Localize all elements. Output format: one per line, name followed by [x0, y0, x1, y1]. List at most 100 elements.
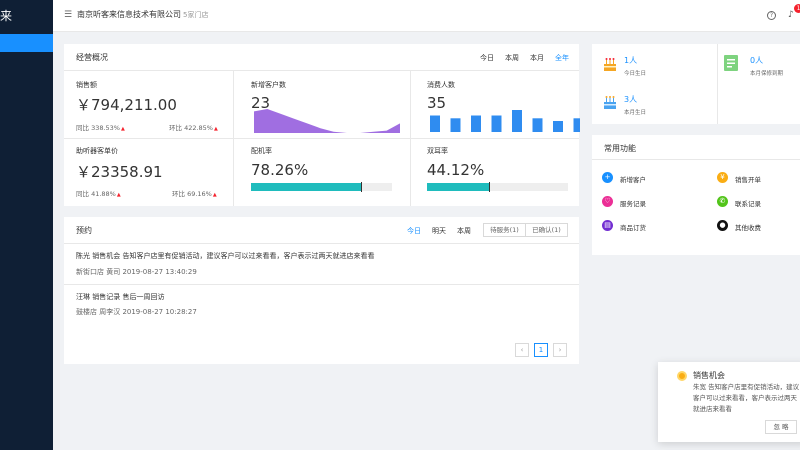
reminders-card: 1人 今日生日 0人 本月保修到期 3人 本月生日: [592, 44, 800, 124]
overview-tab-year[interactable]: 全年: [555, 53, 569, 63]
quick-function-label: 销售开单: [735, 176, 761, 184]
order-icon: ▤: [602, 220, 613, 231]
bar: [553, 121, 563, 132]
appointment-item[interactable]: 陈光 销售机会 告知客户店里有促销活动，建议客户可以过来看看，客户表示过两天就进…: [64, 244, 579, 284]
fee-icon: ●: [717, 220, 728, 231]
sales-label: 销售额: [76, 81, 97, 89]
warranty-doc-icon: [724, 55, 738, 71]
appointments-title: 预约: [76, 226, 92, 235]
divider: [233, 71, 234, 206]
up-arrow-icon: ▲: [121, 126, 125, 132]
sales-yoy: 同比 338.53%▲: [76, 124, 125, 132]
phone-icon: ✆: [717, 196, 728, 207]
quick-function-service[interactable]: ♡ 服务记录: [602, 196, 682, 210]
sales-opportunity-toast: 销售机会 朱宽 告知客户店里有促销活动，建议客户可以过来看看，客户表示过两天就进…: [658, 362, 800, 442]
appointments-tab-week[interactable]: 本周: [457, 226, 471, 236]
binaural-rate-progress: [427, 182, 568, 192]
up-arrow-icon: ▲: [212, 192, 217, 198]
reminder-month-birthday[interactable]: 3人 本月生日: [592, 84, 717, 124]
appointment-summary: 汪琳 销售记录 售后一周回访: [76, 293, 165, 301]
binaural-rate-fill: [427, 183, 490, 191]
binaural-rate-value: 44.12%: [427, 161, 485, 179]
sales-value: ￥794,211.00: [76, 96, 177, 114]
divider: [64, 70, 579, 71]
menu-toggle-icon[interactable]: ☰: [64, 11, 72, 20]
appointment-item[interactable]: 汪琳 销售记录 售后一周回访 鼓楼店 周李汉 2019-08-27 10:28:…: [64, 285, 579, 325]
dismiss-button[interactable]: 忽 略: [765, 420, 797, 434]
shop-count: 5家门店: [183, 11, 209, 19]
pagination-next-button[interactable]: ›: [553, 343, 567, 357]
fitting-rate-value: 78.26%: [251, 161, 309, 179]
appointments-tab-tomorrow[interactable]: 明天: [432, 226, 446, 236]
quick-function-label: 其他收费: [735, 224, 761, 232]
reminder-today-birthday[interactable]: 1人 今日生日: [592, 44, 717, 84]
pagination-page-1[interactable]: 1: [534, 343, 548, 357]
binaural-rate-marker: [489, 182, 491, 192]
quick-function-label: 联系记录: [735, 200, 761, 208]
overview-title: 经营概况: [76, 53, 108, 62]
overview-card: 经营概况 今日 本周 本月 全年 销售额 ￥794,211.00 同比 338.…: [64, 44, 580, 206]
overview-tab-today[interactable]: 今日: [480, 53, 494, 63]
sales-mom: 环比 422.85%▲: [169, 124, 218, 132]
service-icon: ♡: [602, 196, 613, 207]
reminder-count: 3人: [624, 95, 638, 104]
unit-price-yoy: 同比 41.88%▲: [76, 190, 121, 198]
quick-function-phone[interactable]: ✆ 联系记录: [717, 196, 797, 210]
reminder-label: 本月生日: [624, 110, 647, 116]
consumers-bar-chart: [430, 110, 580, 132]
fitting-rate-progress: [251, 182, 392, 192]
appointment-meta: 鼓楼店 周李汉 2019-08-27 10:28:27: [76, 308, 197, 316]
bar: [450, 118, 461, 132]
area-series: [254, 109, 400, 133]
up-arrow-icon: ▲: [116, 192, 121, 198]
cake-icon: [604, 58, 616, 71]
opportunity-icon: [677, 371, 687, 381]
quick-function-order[interactable]: ▤ 商品订货: [602, 220, 682, 234]
quick-function-fee[interactable]: ● 其他收费: [717, 220, 797, 234]
pagination-prev-button[interactable]: ‹: [515, 343, 529, 357]
appointments-tab-today[interactable]: 今日: [407, 226, 421, 236]
sidebar-active-item[interactable]: [0, 34, 53, 52]
quick-function-label: 新增客户: [620, 176, 646, 184]
plus-icon: +: [602, 172, 613, 183]
toast-body: 朱宽 告知客户店里有促销活动，建议客户可以过来看看，客户表示过两天就进店来看看: [693, 383, 800, 413]
divider: [592, 159, 800, 160]
quick-function-plus[interactable]: + 新增客户: [602, 172, 682, 186]
reminder-count: 1人: [624, 56, 638, 65]
fitting-rate-label: 配机率: [251, 147, 272, 155]
bar: [573, 118, 580, 132]
appointments-card: 预约 今日 明天 本周 待服务(1) 已确认(1) 陈光 销售机会 告知客户店里…: [64, 217, 579, 364]
quick-functions-card: 常用功能 + 新增客户 ¥ 销售开单 ♡ 服务记录 ✆ 联系记录 ▤ 商品订货 ● 其他收费: [592, 135, 800, 255]
reminder-label: 今日生日: [624, 71, 647, 77]
up-arrow-icon: ▲: [214, 126, 218, 132]
quick-function-label: 服务记录: [620, 200, 646, 208]
divider: [410, 71, 411, 206]
appointment-summary: 陈光 销售机会 告知客户店里有促销活动，建议客户可以过来看看，客户表示过两天就进…: [76, 252, 375, 260]
help-icon[interactable]: ?: [767, 11, 776, 20]
unit-price-value: ￥23358.91: [76, 163, 163, 181]
fitting-rate-marker: [361, 182, 363, 192]
quick-functions-title: 常用功能: [604, 144, 636, 153]
quick-function-yuan[interactable]: ¥ 销售开单: [717, 172, 797, 186]
bar: [532, 118, 543, 132]
quick-function-label: 商品订货: [620, 224, 646, 232]
bar: [512, 110, 522, 132]
overview-tab-month[interactable]: 本月: [530, 53, 544, 63]
toast-title: 销售机会: [693, 371, 725, 380]
divider: [64, 138, 579, 139]
yuan-icon: ¥: [717, 172, 728, 183]
notification-badge: 1: [794, 4, 800, 13]
overview-tab-week[interactable]: 本周: [505, 53, 519, 63]
bar: [471, 115, 481, 132]
sidebar-logo: 来: [0, 9, 13, 23]
reminder-warranty[interactable]: 0人 本月保修到期: [717, 44, 800, 84]
cake-icon: [604, 96, 616, 109]
sidebar: 来: [0, 0, 53, 450]
appointment-meta: 新街口店 黄司 2019-08-27 13:40:29: [76, 268, 197, 276]
new-customers-area-chart: [254, 109, 400, 133]
filter-pending-button[interactable]: 待服务(1): [483, 223, 526, 237]
company-name[interactable]: 南京听客来信息技术有限公司: [77, 9, 181, 20]
filter-confirmed-button[interactable]: 已确认(1): [525, 223, 568, 237]
unit-price-mom: 环比 69.16%▲: [172, 190, 217, 198]
bar: [430, 115, 440, 132]
